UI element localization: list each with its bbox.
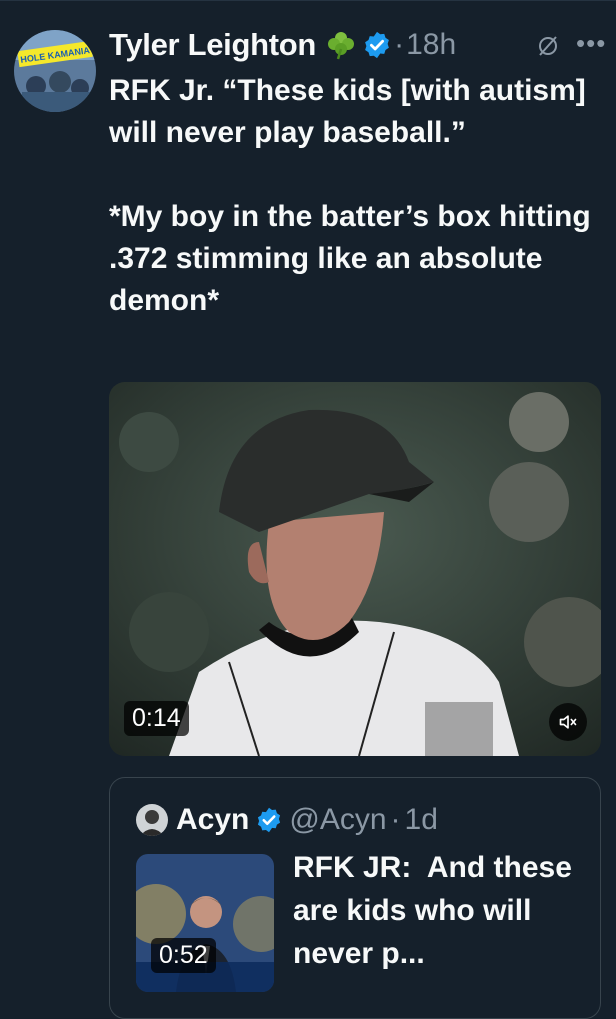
more-options-icon[interactable]: •••	[576, 28, 606, 59]
top-divider	[0, 0, 616, 1]
tweet-text: RFK Jr. “These kids [with autism] will n…	[109, 74, 591, 317]
video-duration: 0:14	[124, 701, 189, 736]
verified-badge-icon	[255, 806, 283, 834]
grok-icon[interactable]	[536, 34, 560, 63]
tweet-header: Tyler Leighton · 18h	[109, 22, 456, 68]
separator: ·	[394, 28, 405, 61]
quoted-tweet-text: RFK JR: And these are kids who will neve…	[293, 851, 581, 970]
quoted-author-name: Acyn	[176, 803, 250, 836]
separator: ·	[390, 803, 401, 836]
author-avatar[interactable]: HOLE KAMANIA	[14, 30, 96, 112]
quoted-tweet-header: Acyn @Acyn · 1d	[136, 800, 438, 840]
tweet-time[interactable]: 18h	[406, 28, 456, 62]
author-name[interactable]: Tyler Leighton	[109, 27, 316, 63]
verified-badge-icon	[362, 30, 392, 60]
quoted-author-handle: @Acyn	[289, 803, 387, 836]
quoted-video-duration: 0:52	[151, 938, 216, 973]
quoted-author-avatar	[136, 804, 168, 836]
mute-icon[interactable]	[549, 703, 587, 741]
quoted-tweet-time: 1d	[404, 803, 438, 836]
tweet-video[interactable]	[109, 382, 601, 756]
clover-icon	[326, 30, 356, 60]
